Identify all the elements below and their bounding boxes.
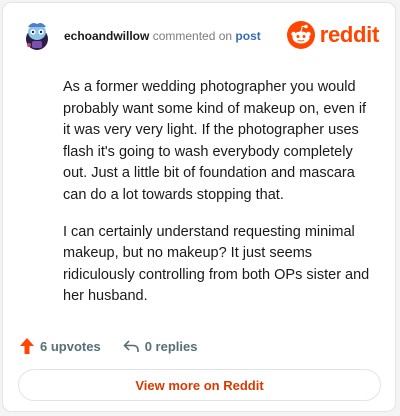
comment-embed-card: echoandwillow commented on post reddit A… xyxy=(2,2,396,412)
avatar[interactable] xyxy=(23,21,51,51)
upvote-action[interactable]: 6 upvotes xyxy=(20,338,101,354)
reddit-brand[interactable]: reddit xyxy=(286,19,380,51)
upvote-arrow-icon xyxy=(20,338,34,354)
reply-action[interactable]: 0 replies xyxy=(123,338,198,354)
reply-arrow-icon xyxy=(123,340,139,352)
action-text: commented on xyxy=(152,29,233,43)
post-link[interactable]: post xyxy=(235,29,260,43)
reply-count: 0 replies xyxy=(144,338,198,354)
comment-paragraph: I can certainly understand requesting mi… xyxy=(63,223,370,305)
comment-actions: 6 upvotes 0 replies xyxy=(20,335,219,357)
upvote-count: 6 upvotes xyxy=(40,338,101,354)
comment-paragraph: As a former wedding photographer you wou… xyxy=(63,79,367,203)
comment-header: echoandwillow commented on post reddit xyxy=(17,17,381,55)
reddit-wordmark: reddit xyxy=(319,22,380,47)
comment-body: As a former wedding photographer you wou… xyxy=(63,77,373,323)
reddit-logo-icon xyxy=(286,21,315,49)
author-name[interactable]: echoandwillow xyxy=(64,29,149,43)
comment-meta: echoandwillow commented on post xyxy=(64,29,261,43)
view-more-button[interactable]: View more on Reddit xyxy=(18,369,381,401)
